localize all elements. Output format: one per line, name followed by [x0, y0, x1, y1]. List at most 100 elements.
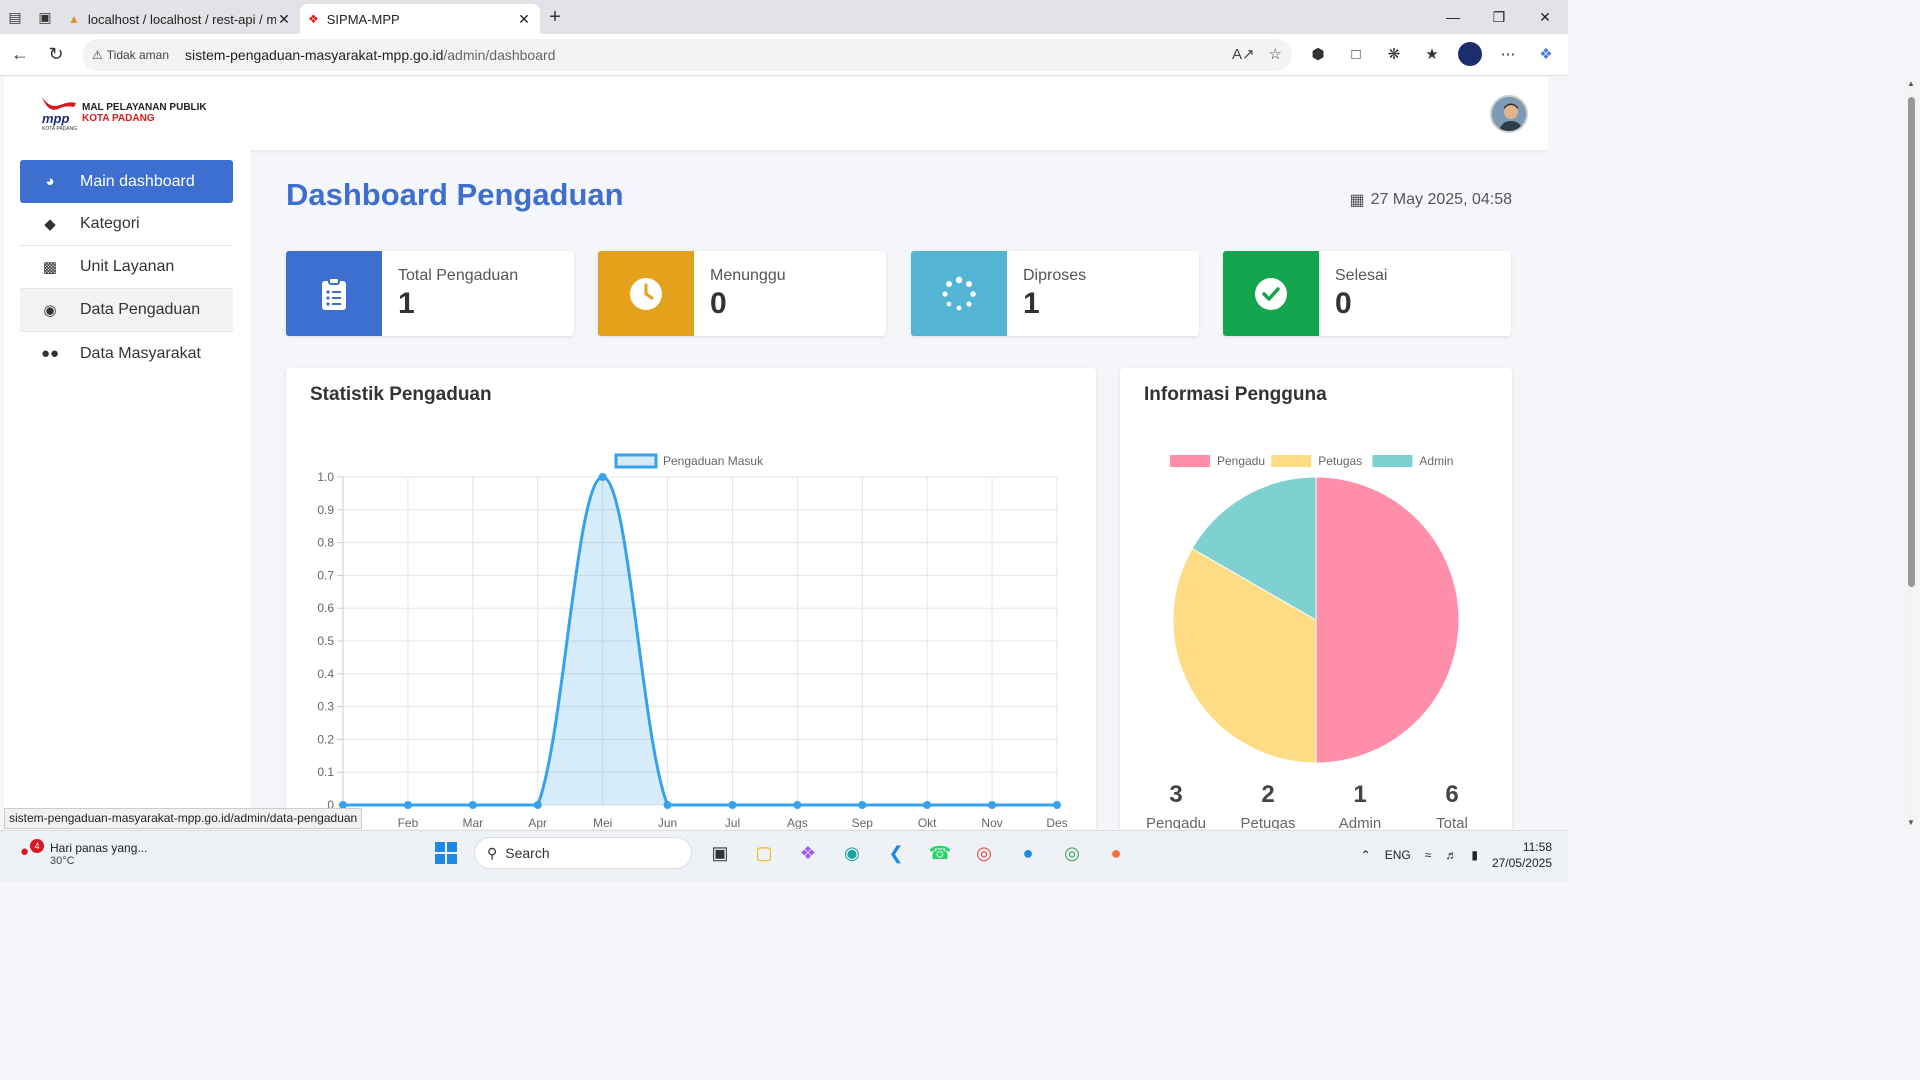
- stat-card-selesai: Selesai 0: [1223, 251, 1511, 336]
- statistik-panel: Statistik Pengaduan Pengaduan Masuk 1.0 0.…: [286, 368, 1096, 829]
- favorites-icon[interactable]: ★: [1420, 42, 1444, 66]
- clock-icon: [598, 251, 694, 336]
- data-point[interactable]: [1053, 801, 1061, 809]
- x-tick-label: Okt: [918, 816, 937, 829]
- postman-icon[interactable]: ●: [1100, 837, 1132, 869]
- logo-line2: KOTA PADANG: [82, 113, 155, 124]
- weather-widget[interactable]: ● 4 Hari panas yang... 30°C: [20, 839, 147, 867]
- volume-icon[interactable]: ♬: [1445, 848, 1457, 862]
- sidebar-item-main-dashboard[interactable]: ◕ Main dashboard: [20, 160, 233, 203]
- y-tick-label: 0.9: [317, 503, 334, 517]
- chrome-profile-icon[interactable]: ◎: [1056, 837, 1088, 869]
- x-tick-label: Nov: [981, 816, 1002, 829]
- omnibox[interactable]: ⚠ Tidak aman sistem-pengaduan-masyarakat…: [82, 39, 1292, 71]
- reload-button[interactable]: ↻: [38, 37, 74, 73]
- reader-icon[interactable]: □: [1344, 42, 1368, 66]
- whatsapp-icon[interactable]: ☎: [924, 837, 956, 869]
- thermometer-icon: ● 4: [20, 839, 44, 865]
- tab-phpmyadmin[interactable]: ▲ localhost / localhost / rest-api / m ✕: [60, 4, 300, 34]
- spinner-icon: [911, 251, 1007, 336]
- page-scrollbar[interactable]: ▲ ▼: [1904, 77, 1918, 829]
- scroll-up-icon[interactable]: ▲: [1907, 79, 1915, 88]
- tab-actions-icon[interactable]: ▣: [30, 0, 60, 34]
- taskbar-search[interactable]: ⚲ Search: [474, 837, 692, 869]
- close-window-icon[interactable]: ✕: [1522, 0, 1568, 34]
- pie-slice[interactable]: [1315, 476, 1460, 764]
- minimize-icon[interactable]: —: [1430, 0, 1476, 34]
- data-point[interactable]: [663, 801, 672, 809]
- y-tick-label: 1.0: [317, 470, 334, 484]
- app-icon[interactable]: ●: [1012, 837, 1044, 869]
- sidebar-item-data-masyarakat[interactable]: ●● Data Masyarakat: [20, 332, 233, 375]
- weather-temp: 30°C: [50, 855, 75, 867]
- windows-start-icon[interactable]: [430, 837, 462, 869]
- total-value: 2: [1261, 781, 1275, 808]
- total-label: Total: [1436, 815, 1468, 829]
- total-label: Admin: [1338, 815, 1382, 829]
- extension-icon[interactable]: ⬢: [1306, 42, 1330, 66]
- sidebar-item-unit-layanan[interactable]: ▩ Unit Layanan: [20, 246, 233, 289]
- data-point[interactable]: [923, 801, 932, 809]
- chrome-icon[interactable]: ◎: [968, 837, 1000, 869]
- data-point[interactable]: [988, 801, 997, 809]
- legend-item[interactable]: Pengaduan Masuk: [614, 453, 764, 469]
- current-datetime: ▦ 27 May 2025, 04:58: [1349, 190, 1512, 210]
- profile-avatar-icon[interactable]: [1458, 42, 1482, 66]
- scrollbar-thumb[interactable]: [1908, 97, 1915, 587]
- close-tab-icon[interactable]: ✕: [516, 11, 532, 28]
- task-view-icon[interactable]: ▣: [704, 837, 736, 869]
- stat-label: Total Pengaduan: [398, 267, 519, 284]
- back-button[interactable]: ←: [2, 37, 38, 73]
- data-point[interactable]: [793, 801, 802, 809]
- sidebar-item-label: Main dashboard: [80, 172, 195, 190]
- restore-icon[interactable]: ❐: [1476, 0, 1522, 34]
- legend-item[interactable]: Admin: [1372, 454, 1453, 468]
- sidebar-item-kategori[interactable]: ◆ Kategori: [20, 203, 233, 246]
- stat-label: Menunggu: [710, 267, 786, 284]
- data-point[interactable]: [858, 801, 867, 809]
- scroll-down-icon[interactable]: ▼: [1907, 818, 1915, 827]
- data-point[interactable]: [533, 801, 542, 809]
- battery-icon[interactable]: ▮: [1471, 848, 1478, 862]
- users-icon: ●●: [40, 345, 60, 362]
- edge-browser-icon[interactable]: ◉: [836, 837, 868, 869]
- legend-item[interactable]: Petugas: [1271, 454, 1362, 468]
- close-tab-icon[interactable]: ✕: [276, 11, 292, 28]
- tab-sipma[interactable]: ❖ SIPMA-MPP ✕: [300, 4, 540, 34]
- data-point[interactable]: [598, 473, 607, 481]
- read-aloud-icon[interactable]: A↗: [1232, 45, 1255, 63]
- legend-swatch: [1271, 455, 1312, 467]
- sidebar-item-label: Data Pengaduan: [80, 301, 201, 318]
- logo-text: MAL PELAYANAN PUBLIK KOTA PADANG: [82, 102, 207, 124]
- wifi-icon[interactable]: ≈: [1425, 848, 1432, 862]
- taskbar-apps: ⚲ Search ▣ ▢ ❖ ◉ ❮ ☎ ◎ ● ◎ ●: [430, 837, 1132, 869]
- clock[interactable]: 11:58 27/05/2025: [1492, 839, 1552, 871]
- site-logo[interactable]: mpp KOTA PADANG MAL PELAYANAN PUBLIK KOT…: [40, 93, 207, 133]
- favorite-star-icon[interactable]: ☆: [1269, 45, 1282, 63]
- new-tab-button[interactable]: +: [540, 6, 570, 29]
- x-tick-label: Mei: [593, 816, 612, 829]
- x-tick-label: Ags: [787, 816, 808, 829]
- copilot-app-icon[interactable]: ❖: [792, 837, 824, 869]
- x-tick-label: Jun: [658, 816, 677, 829]
- language-indicator[interactable]: ENG: [1385, 848, 1411, 862]
- security-chip[interactable]: ⚠ Tidak aman: [92, 46, 177, 64]
- link-status-bar: sistem-pengaduan-masyarakat-mpp.go.id/ad…: [4, 808, 363, 829]
- workspaces-icon[interactable]: ▤: [0, 0, 30, 34]
- data-point[interactable]: [403, 801, 412, 809]
- svg-text:mpp: mpp: [42, 111, 70, 126]
- legend-swatch: [1372, 455, 1413, 467]
- legend-item[interactable]: Pengadu: [1170, 454, 1265, 468]
- more-menu-icon[interactable]: ⋯: [1496, 42, 1520, 66]
- copilot-icon[interactable]: ❖: [1534, 42, 1558, 66]
- total-label: Petugas: [1240, 815, 1296, 829]
- data-point[interactable]: [728, 801, 737, 809]
- extensions-puzzle-icon[interactable]: ❋: [1382, 42, 1406, 66]
- file-explorer-icon[interactable]: ▢: [748, 837, 780, 869]
- y-tick-label: 0.5: [317, 634, 334, 648]
- data-point[interactable]: [468, 801, 477, 809]
- sidebar-item-data-pengaduan[interactable]: ◉ Data Pengaduan: [20, 289, 233, 332]
- vscode-icon[interactable]: ❮: [880, 837, 912, 869]
- user-avatar[interactable]: [1490, 95, 1528, 133]
- tray-chevron-icon[interactable]: ⌃: [1361, 848, 1371, 862]
